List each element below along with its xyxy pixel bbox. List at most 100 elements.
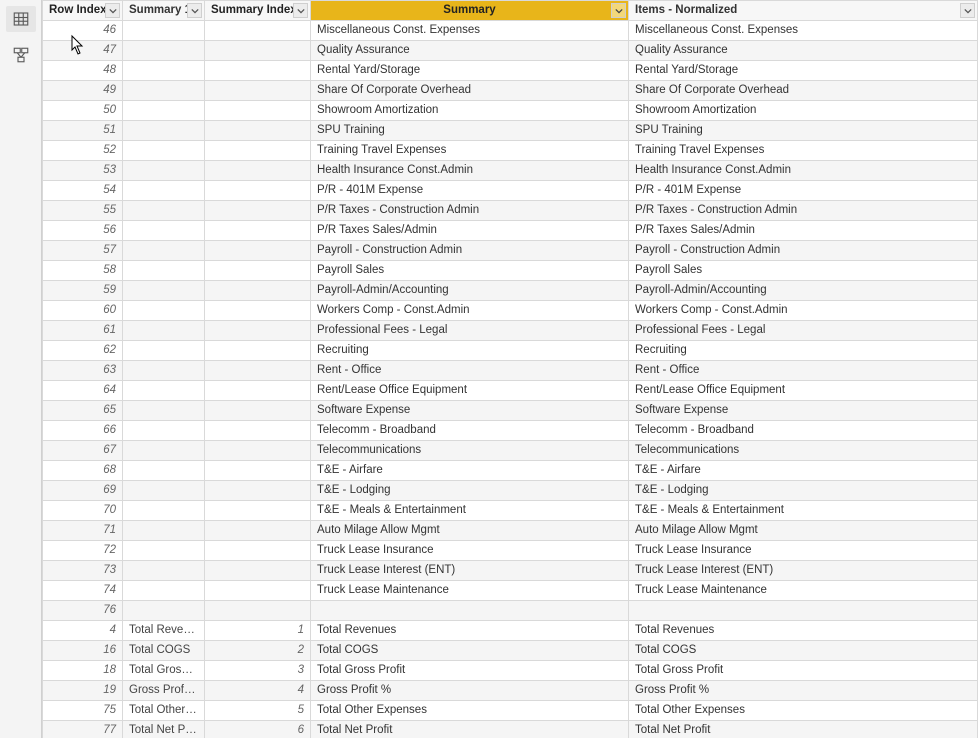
table-row[interactable]: 61Professional Fees - LegalProfessional … bbox=[43, 321, 978, 341]
table-row[interactable]: 71Auto Milage Allow MgmtAuto Milage Allo… bbox=[43, 521, 978, 541]
cell-summary[interactable]: Truck Lease Maintenance bbox=[311, 581, 629, 601]
cell-items-normalized[interactable]: Health Insurance Const.Admin bbox=[629, 161, 978, 181]
cell-summary[interactable]: Truck Lease Insurance bbox=[311, 541, 629, 561]
table-row[interactable]: 68T&E - AirfareT&E - Airfare bbox=[43, 461, 978, 481]
table-row[interactable]: 73Truck Lease Interest (ENT)Truck Lease … bbox=[43, 561, 978, 581]
cell-summary-1[interactable] bbox=[123, 501, 205, 521]
cell-summary-1[interactable] bbox=[123, 261, 205, 281]
cell-summary-1[interactable]: Total Gross Profit bbox=[123, 661, 205, 681]
cell-summary[interactable]: T&E - Airfare bbox=[311, 461, 629, 481]
table-row[interactable]: 58 Payroll SalesPayroll Sales bbox=[43, 261, 978, 281]
cell-items-normalized[interactable]: Rent - Office bbox=[629, 361, 978, 381]
cell-row-index[interactable]: 60 bbox=[43, 301, 123, 321]
cell-summary-index[interactable] bbox=[205, 361, 311, 381]
table-row[interactable]: 16Total COGS2Total COGSTotal COGS bbox=[43, 641, 978, 661]
cell-summary-1[interactable] bbox=[123, 481, 205, 501]
cell-items-normalized[interactable]: Auto Milage Allow Mgmt bbox=[629, 521, 978, 541]
cell-summary-1[interactable] bbox=[123, 221, 205, 241]
cell-summary-1[interactable] bbox=[123, 101, 205, 121]
table-row[interactable]: 60Workers Comp - Const.AdminWorkers Comp… bbox=[43, 301, 978, 321]
cell-items-normalized[interactable]: Payroll Sales bbox=[629, 261, 978, 281]
cell-row-index[interactable]: 69 bbox=[43, 481, 123, 501]
cell-summary-index[interactable]: 1 bbox=[205, 621, 311, 641]
cell-items-normalized[interactable]: Workers Comp - Const.Admin bbox=[629, 301, 978, 321]
cell-items-normalized[interactable]: T&E - Meals & Entertainment bbox=[629, 501, 978, 521]
cell-items-normalized[interactable]: Telecomm - Broadband bbox=[629, 421, 978, 441]
cell-row-index[interactable]: 55 bbox=[43, 201, 123, 221]
cell-summary-1[interactable]: Total Net Profit bbox=[123, 721, 205, 738]
col-row-index[interactable]: Row Index bbox=[43, 1, 123, 21]
cell-items-normalized[interactable]: Professional Fees - Legal bbox=[629, 321, 978, 341]
cell-row-index[interactable]: 74 bbox=[43, 581, 123, 601]
cell-summary[interactable]: Total Other Expenses bbox=[311, 701, 629, 721]
cell-items-normalized[interactable]: Total COGS bbox=[629, 641, 978, 661]
cell-items-normalized[interactable]: Total Net Profit bbox=[629, 721, 978, 738]
cell-summary[interactable]: Quality Assurance bbox=[311, 41, 629, 61]
cell-items-normalized[interactable]: Total Revenues bbox=[629, 621, 978, 641]
cell-summary-1[interactable] bbox=[123, 381, 205, 401]
filter-dropdown[interactable] bbox=[187, 3, 202, 18]
table-row[interactable]: 52Training Travel ExpensesTraining Trave… bbox=[43, 141, 978, 161]
cell-summary-1[interactable] bbox=[123, 401, 205, 421]
cell-summary-1[interactable] bbox=[123, 421, 205, 441]
cell-summary-1[interactable] bbox=[123, 141, 205, 161]
cell-summary-index[interactable]: 6 bbox=[205, 721, 311, 738]
col-items-normalized[interactable]: Items - Normalized bbox=[629, 1, 978, 21]
cell-summary[interactable]: Total Gross Profit bbox=[311, 661, 629, 681]
cell-items-normalized[interactable]: Telecommunications bbox=[629, 441, 978, 461]
cell-summary-1[interactable] bbox=[123, 521, 205, 541]
cell-summary-1[interactable] bbox=[123, 201, 205, 221]
cell-row-index[interactable]: 67 bbox=[43, 441, 123, 461]
cell-summary-1[interactable] bbox=[123, 581, 205, 601]
table-row[interactable]: 55P/R Taxes - Construction AdminP/R Taxe… bbox=[43, 201, 978, 221]
cell-summary-index[interactable] bbox=[205, 221, 311, 241]
cell-summary[interactable]: Payroll - Construction Admin bbox=[311, 241, 629, 261]
cell-summary-index[interactable] bbox=[205, 121, 311, 141]
cell-summary-index[interactable] bbox=[205, 61, 311, 81]
cell-summary[interactable]: Payroll Sales bbox=[311, 261, 629, 281]
cell-summary-1[interactable] bbox=[123, 41, 205, 61]
table-row[interactable]: 46Miscellaneous Const. ExpensesMiscellan… bbox=[43, 21, 978, 41]
cell-summary-index[interactable] bbox=[205, 601, 311, 621]
cell-row-index[interactable]: 56 bbox=[43, 221, 123, 241]
table-row[interactable]: 4Total Revenues1Total RevenuesTotal Reve… bbox=[43, 621, 978, 641]
table-row[interactable]: 51SPU TrainingSPU Training bbox=[43, 121, 978, 141]
cell-row-index[interactable]: 76 bbox=[43, 601, 123, 621]
cell-items-normalized[interactable]: Payroll - Construction Admin bbox=[629, 241, 978, 261]
cell-row-index[interactable]: 61 bbox=[43, 321, 123, 341]
cell-summary-index[interactable] bbox=[205, 321, 311, 341]
cell-summary[interactable]: Telecomm - Broadband bbox=[311, 421, 629, 441]
filter-dropdown[interactable] bbox=[105, 3, 120, 18]
cell-summary-index[interactable] bbox=[205, 401, 311, 421]
cell-summary[interactable]: Rent/Lease Office Equipment bbox=[311, 381, 629, 401]
cell-row-index[interactable]: 73 bbox=[43, 561, 123, 581]
table-row[interactable]: 50Showroom AmortizationShowroom Amortiza… bbox=[43, 101, 978, 121]
table-row[interactable]: 63Rent - OfficeRent - Office bbox=[43, 361, 978, 381]
cell-row-index[interactable]: 46 bbox=[43, 21, 123, 41]
cell-summary-index[interactable]: 4 bbox=[205, 681, 311, 701]
cell-summary[interactable]: T&E - Lodging bbox=[311, 481, 629, 501]
cell-summary-1[interactable] bbox=[123, 461, 205, 481]
cell-row-index[interactable]: 19 bbox=[43, 681, 123, 701]
cell-summary[interactable]: Miscellaneous Const. Expenses bbox=[311, 21, 629, 41]
table-row[interactable]: 72Truck Lease InsuranceTruck Lease Insur… bbox=[43, 541, 978, 561]
cell-summary-index[interactable] bbox=[205, 341, 311, 361]
cell-row-index[interactable]: 57 bbox=[43, 241, 123, 261]
cell-items-normalized[interactable]: Software Expense bbox=[629, 401, 978, 421]
cell-summary[interactable]: Share Of Corporate Overhead bbox=[311, 81, 629, 101]
cell-items-normalized[interactable]: T&E - Lodging bbox=[629, 481, 978, 501]
cell-row-index[interactable]: 77 bbox=[43, 721, 123, 738]
cell-items-normalized[interactable]: Truck Lease Insurance bbox=[629, 541, 978, 561]
cell-row-index[interactable]: 53 bbox=[43, 161, 123, 181]
cell-items-normalized[interactable]: Showroom Amortization bbox=[629, 101, 978, 121]
cell-row-index[interactable]: 66 bbox=[43, 421, 123, 441]
table-row[interactable]: 59Payroll-Admin/AccountingPayroll-Admin/… bbox=[43, 281, 978, 301]
cell-items-normalized[interactable]: Truck Lease Maintenance bbox=[629, 581, 978, 601]
table-row[interactable]: 67 TelecommunicationsTelecommunications bbox=[43, 441, 978, 461]
cell-row-index[interactable]: 58 bbox=[43, 261, 123, 281]
cell-summary[interactable]: Telecommunications bbox=[311, 441, 629, 461]
cell-items-normalized[interactable]: Gross Profit % bbox=[629, 681, 978, 701]
cell-items-normalized[interactable] bbox=[629, 601, 978, 621]
table-row[interactable]: 65Software ExpenseSoftware Expense bbox=[43, 401, 978, 421]
cell-summary-index[interactable] bbox=[205, 521, 311, 541]
